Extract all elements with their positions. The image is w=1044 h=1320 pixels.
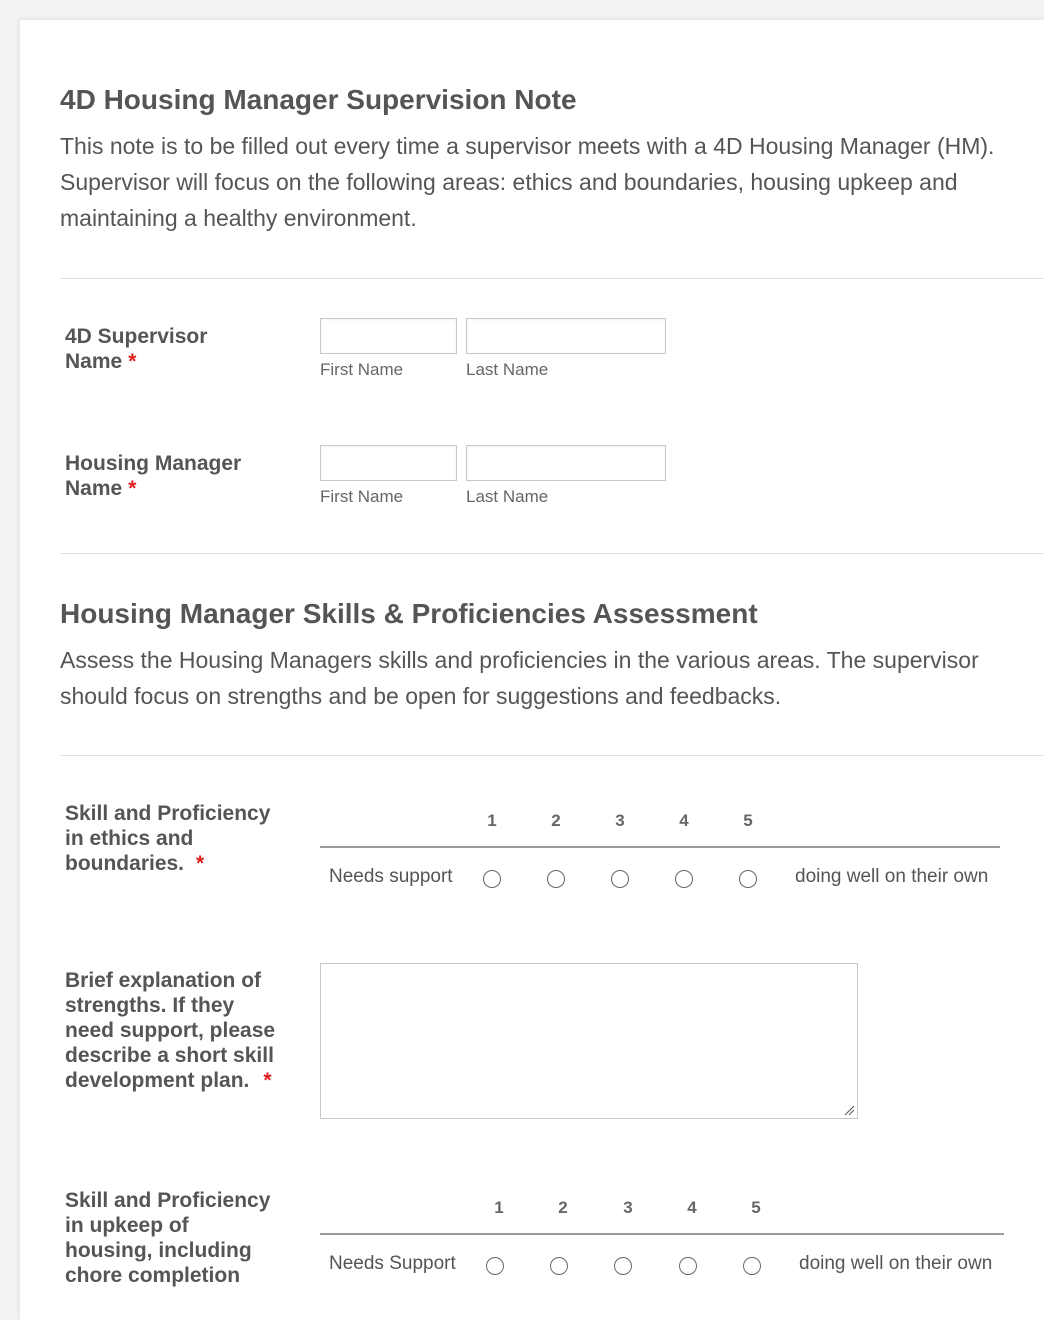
ethics-radio-3[interactable] xyxy=(611,870,629,888)
form-title: 4D Housing Manager Supervision Note xyxy=(60,84,577,115)
required-asterisk: * xyxy=(196,852,205,875)
upkeep-radio-4[interactable] xyxy=(679,1257,697,1275)
divider xyxy=(60,755,1044,756)
scale-number-5: 5 xyxy=(751,1198,761,1217)
divider xyxy=(60,553,1044,554)
scale-number-2: 2 xyxy=(558,1198,568,1217)
resize-grip-icon[interactable] xyxy=(843,1104,855,1116)
upkeep-radio-5[interactable] xyxy=(743,1257,761,1275)
label-line: Name xyxy=(65,477,123,500)
scale-divider xyxy=(320,846,1000,848)
divider xyxy=(60,278,1044,279)
form-description: This note is to be filled out every time… xyxy=(60,128,1044,236)
label-line: need support, please xyxy=(65,1019,276,1042)
scale-number-1: 1 xyxy=(487,811,497,830)
scale-number-2: 2 xyxy=(551,811,561,830)
label-line: Skill and Proficiency xyxy=(65,1189,271,1212)
first-name-sublabel: First Name xyxy=(320,360,404,379)
label-line: housing, including xyxy=(65,1239,252,1262)
supervisor-name-label: 4D Supervisor Name * xyxy=(65,324,305,374)
explanation-textarea[interactable] xyxy=(320,963,858,1119)
required-asterisk: * xyxy=(128,477,137,500)
manager-last-name-input[interactable] xyxy=(466,445,666,481)
label-line: development plan. xyxy=(65,1069,250,1092)
label-line: Brief explanation of xyxy=(65,969,262,992)
ethics-radio-4[interactable] xyxy=(675,870,693,888)
scale-number-5: 5 xyxy=(743,811,753,830)
scale-high-label: doing well on their own xyxy=(795,866,989,887)
upkeep-radio-3[interactable] xyxy=(614,1257,632,1275)
scale-number-3: 3 xyxy=(615,811,625,830)
ethics-radio-1[interactable] xyxy=(483,870,501,888)
description-line: This note is to be filled out every time… xyxy=(60,133,995,159)
scale-high-label: doing well on their own xyxy=(799,1253,993,1274)
section-description: Assess the Housing Managers skills and p… xyxy=(60,642,1044,714)
required-asterisk: * xyxy=(128,350,137,373)
description-line: maintaining a healthy environment. xyxy=(60,205,417,231)
label-line: in ethics and xyxy=(65,827,194,850)
last-name-sublabel: Last Name xyxy=(466,360,549,379)
label-line: 4D Supervisor xyxy=(65,325,208,348)
ethics-radio-2[interactable] xyxy=(547,870,565,888)
section-title: Housing Manager Skills & Proficiencies A… xyxy=(60,598,758,629)
label-line: boundaries. xyxy=(65,852,185,875)
upkeep-scale-label: Skill and Proficiency in upkeep of housi… xyxy=(65,1188,305,1288)
supervisor-first-name-input[interactable] xyxy=(320,318,457,354)
last-name-sublabel: Last Name xyxy=(466,487,549,506)
manager-first-name-input[interactable] xyxy=(320,445,457,481)
description-line: Supervisor will focus on the following a… xyxy=(60,169,958,195)
scale-number-4: 4 xyxy=(687,1198,697,1217)
ethics-scale-label: Skill and Proficiency in ethics and boun… xyxy=(65,801,305,876)
scale-low-label: Needs Support xyxy=(329,1253,456,1274)
scale-number-1: 1 xyxy=(494,1198,504,1217)
upkeep-radio-1[interactable] xyxy=(486,1257,504,1275)
label-line: Skill and Proficiency xyxy=(65,802,271,825)
ethics-radio-5[interactable] xyxy=(739,870,757,888)
label-line: in upkeep of xyxy=(65,1214,189,1237)
upkeep-radio-2[interactable] xyxy=(550,1257,568,1275)
scale-number-3: 3 xyxy=(623,1198,633,1217)
scale-divider xyxy=(320,1233,1004,1235)
label-line: Housing Manager xyxy=(65,452,242,475)
explanation-label: Brief explanation of strengths. If they … xyxy=(65,968,305,1093)
description-line: should focus on strengths and be open fo… xyxy=(60,683,782,709)
first-name-sublabel: First Name xyxy=(320,487,404,506)
description-line: Assess the Housing Managers skills and p… xyxy=(60,647,979,673)
label-line: Name xyxy=(65,350,123,373)
label-line: chore completion xyxy=(65,1264,241,1287)
label-line: describe a short skill xyxy=(65,1044,274,1067)
scale-low-label: Needs support xyxy=(329,866,453,887)
manager-name-label: Housing Manager Name * xyxy=(65,451,305,501)
label-line: strengths. If they xyxy=(65,994,235,1017)
required-asterisk: * xyxy=(263,1069,272,1092)
supervisor-last-name-input[interactable] xyxy=(466,318,666,354)
scale-number-4: 4 xyxy=(679,811,689,830)
